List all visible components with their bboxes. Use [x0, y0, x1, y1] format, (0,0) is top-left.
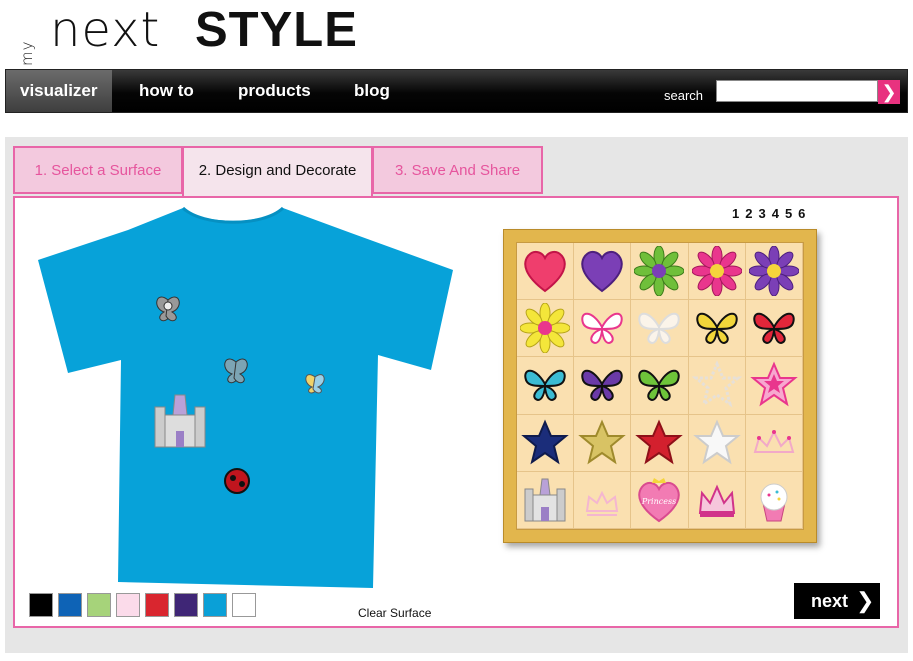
flower-green-icon: [634, 246, 685, 297]
tab-select-surface[interactable]: 1. Select a Surface: [13, 146, 183, 194]
sticker-flower-purple[interactable]: [745, 243, 803, 301]
search-label: search: [664, 88, 704, 103]
sticker-board: Princess: [503, 229, 817, 543]
placed-butterfly-skull-icon[interactable]: [156, 296, 180, 322]
star-navy-icon: [521, 419, 569, 465]
sticker-star-white[interactable]: [688, 414, 746, 472]
next-label: next: [811, 591, 849, 611]
logo-next: next: [50, 2, 161, 58]
sticker-star-gold[interactable]: [574, 414, 632, 472]
sticker-butterfly-purple[interactable]: [574, 357, 632, 415]
butterfly-blue-icon: [524, 370, 566, 402]
sticker-flower-yellow[interactable]: [517, 300, 575, 358]
sticker-tiara-pink[interactable]: [745, 414, 803, 472]
castle-icon: [524, 478, 566, 522]
sticker-butterfly-pink-outline[interactable]: [574, 300, 632, 358]
star-pearl-icon: [691, 360, 742, 408]
sticker-cupcake[interactable]: [745, 471, 803, 529]
chevron-right-icon: ❯: [881, 82, 897, 102]
placed-butterfly-small-icon[interactable]: [305, 374, 325, 394]
sticker-star-pearl[interactable]: [688, 357, 746, 415]
heart-red-icon: [524, 251, 566, 293]
crown-pink-icon: [586, 490, 619, 516]
heart-purple-icon: [581, 251, 623, 293]
sticker-castle[interactable]: [517, 471, 575, 529]
logo-my: my: [18, 40, 36, 67]
nav-bar: visualizer how to products blog search ❯: [5, 69, 908, 113]
color-swatches: [29, 593, 256, 617]
placed-butterfly-dark-icon[interactable]: [224, 358, 248, 384]
sticker-butterfly-green[interactable]: [631, 357, 689, 415]
star-red-icon: [635, 419, 684, 465]
nav-blog[interactable]: blog: [354, 70, 390, 112]
heart-princess-icon: Princess: [638, 477, 681, 523]
swatch-red[interactable]: [145, 593, 169, 617]
page-6[interactable]: 6: [798, 206, 805, 221]
butterfly-yellow-icon: [695, 313, 738, 345]
page-2[interactable]: 2: [745, 206, 752, 221]
butterfly-purple-icon: [581, 370, 624, 402]
swatch-purple[interactable]: [174, 593, 198, 617]
sticker-crown-pink[interactable]: [574, 471, 632, 529]
sticker-grid: Princess: [516, 242, 804, 530]
star-white-icon: [692, 419, 741, 465]
sticker-star-red[interactable]: [631, 414, 689, 472]
nav-visualizer[interactable]: visualizer: [6, 70, 112, 112]
search-button[interactable]: ❯: [878, 80, 900, 104]
swatch-black[interactable]: [29, 593, 53, 617]
flower-purple-icon: [748, 246, 799, 297]
sticker-star-navy[interactable]: [517, 414, 575, 472]
logo-style: STYLE: [195, 3, 358, 57]
sticker-heart-red[interactable]: [517, 243, 575, 301]
sticker-flower-pink[interactable]: [688, 243, 746, 301]
search-input[interactable]: [716, 80, 878, 102]
sticker-heart-princess[interactable]: Princess: [631, 471, 689, 529]
sticker-flower-green[interactable]: [631, 243, 689, 301]
star-gold-icon: [578, 419, 627, 465]
next-button[interactable]: next ❯: [794, 583, 880, 619]
flower-yellow-icon: [520, 303, 571, 354]
princess-label: Princess: [641, 497, 676, 506]
placed-ladybug-icon[interactable]: [224, 468, 250, 494]
butterfly-red-icon: [753, 313, 795, 345]
sticker-butterfly-red[interactable]: [745, 300, 803, 358]
tab-design-decorate[interactable]: 2. Design and Decorate: [182, 146, 373, 198]
page-3[interactable]: 3: [758, 206, 765, 221]
butterfly-white-icon: [638, 313, 681, 345]
sticker-butterfly-white[interactable]: [631, 300, 689, 358]
sticker-crown-magenta[interactable]: [688, 471, 746, 529]
sticker-butterfly-yellow[interactable]: [688, 300, 746, 358]
sticker-butterfly-blue[interactable]: [517, 357, 575, 415]
flower-pink-icon: [691, 246, 742, 297]
tiara-pink-icon: [753, 429, 795, 453]
swatch-blue[interactable]: [58, 593, 82, 617]
clear-surface-button[interactable]: Clear Surface: [358, 606, 431, 620]
nav-how-to[interactable]: how to: [139, 70, 194, 112]
tshirt-canvas[interactable]: [33, 205, 458, 590]
page-5[interactable]: 5: [785, 206, 792, 221]
sticker-heart-purple[interactable]: [574, 243, 632, 301]
tab-save-share[interactable]: 3. Save And Share: [372, 146, 543, 194]
page-1[interactable]: 1: [732, 206, 739, 221]
sticker-star-pink[interactable]: [745, 357, 803, 415]
swatch-white[interactable]: [232, 593, 256, 617]
chevron-right-icon: ❯: [856, 588, 875, 613]
butterfly-pink-outline-icon: [581, 313, 624, 345]
page-4[interactable]: 4: [772, 206, 779, 221]
swatch-green[interactable]: [87, 593, 111, 617]
tshirt-shape[interactable]: [38, 208, 453, 588]
sticker-pagination: 1 2 3 4 5 6: [732, 206, 805, 221]
swatch-pink[interactable]: [116, 593, 140, 617]
swatch-turquoise[interactable]: [203, 593, 227, 617]
butterfly-green-icon: [638, 370, 681, 402]
crown-magenta-icon: [698, 484, 735, 517]
nav-products[interactable]: products: [238, 70, 311, 112]
cupcake-icon: [760, 483, 788, 522]
star-pink-icon: [750, 361, 798, 407]
